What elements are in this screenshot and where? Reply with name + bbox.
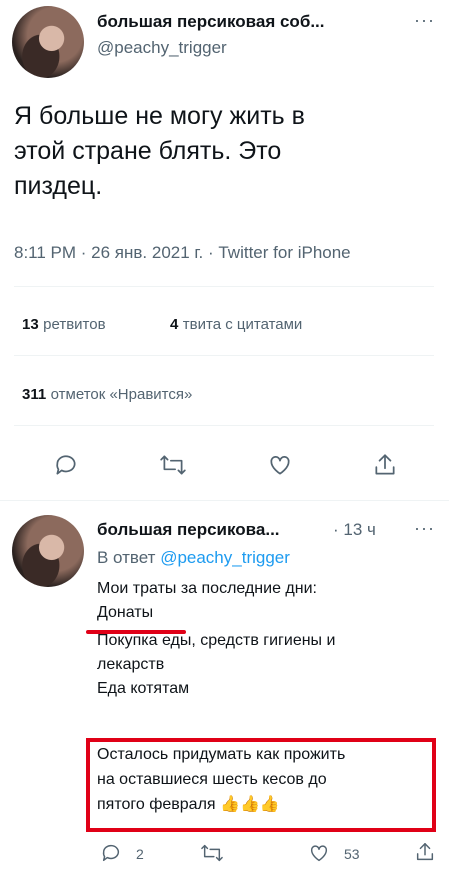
tweet-text-line: Я больше не могу жить в [14,102,305,130]
reply-to: В ответ @peachy_trigger [97,548,290,568]
divider [14,425,434,426]
tweet-text: Я больше не могу жить в этой стране блят… [14,99,434,204]
retweet-icon[interactable] [200,842,224,864]
reply-text: Мои траты за последние дни: Донаты Покуп… [97,578,427,700]
reply-author-avatar[interactable] [12,515,84,587]
highlight-line: Осталось придумать как прожить [97,746,346,763]
share-icon[interactable] [414,841,436,863]
like-count: 53 [344,846,360,862]
share-icon[interactable] [372,452,398,478]
tweet-text-line: этой стране блять. Это [14,137,282,165]
highlight-line-last: пятого февраля 👍👍👍 [97,794,432,816]
divider [14,355,434,356]
highlight-line: на оставшиеся шесть кесов до [97,771,327,788]
reply-line: Мои траты за последние дни: [97,580,317,597]
annotation-underline [86,630,186,634]
reply-time[interactable]: · 13 ч [333,520,376,540]
more-icon[interactable]: ··· [414,518,435,539]
author-name[interactable]: большая персиковая соб... [97,12,397,32]
author-handle[interactable]: @peachy_trigger [97,38,227,58]
thumbs-up-emoji: 👍👍👍 [220,796,280,813]
tweet-text-line: пиздец. [14,172,103,200]
reply-icon[interactable] [53,452,79,478]
retweets-count: 13 [22,316,39,333]
divider [14,286,434,287]
more-icon[interactable]: ··· [414,10,435,31]
quotes-count: 4 [170,316,179,333]
quotes-stat[interactable]: 4 твита с цитатами [170,316,302,334]
reply-author-name[interactable]: большая персикова... [97,520,332,540]
reply-to-label: В ответ [97,548,156,567]
like-icon[interactable] [307,842,331,864]
divider [0,500,449,501]
retweets-label: ретвитов [43,316,106,333]
retweets-stat[interactable]: 13 ретвитов [22,316,106,334]
reply-line: лекарств [97,656,165,673]
highlighted-text: Осталось придумать как прожить на оставш… [97,744,432,816]
likes-stat[interactable]: 311 отметок «Нравится» [22,386,192,404]
reply-line: Еда котятам [97,680,190,697]
highlight-line: пятого февраля [97,796,216,813]
reply-icon[interactable] [100,842,122,864]
quotes-label: твита с цитатами [182,316,303,333]
reply-count: 2 [136,846,144,862]
reply-line: Донаты [97,604,154,621]
likes-label: отметок «Нравится» [50,386,193,403]
author-avatar[interactable] [12,6,84,78]
retweet-icon[interactable] [159,452,187,478]
reply-to-handle[interactable]: @peachy_trigger [160,548,290,567]
like-icon[interactable] [266,452,294,478]
tweet-timestamp[interactable]: 8:11 PM · 26 янв. 2021 г. · Twitter for … [14,243,351,263]
likes-count: 311 [22,386,47,403]
